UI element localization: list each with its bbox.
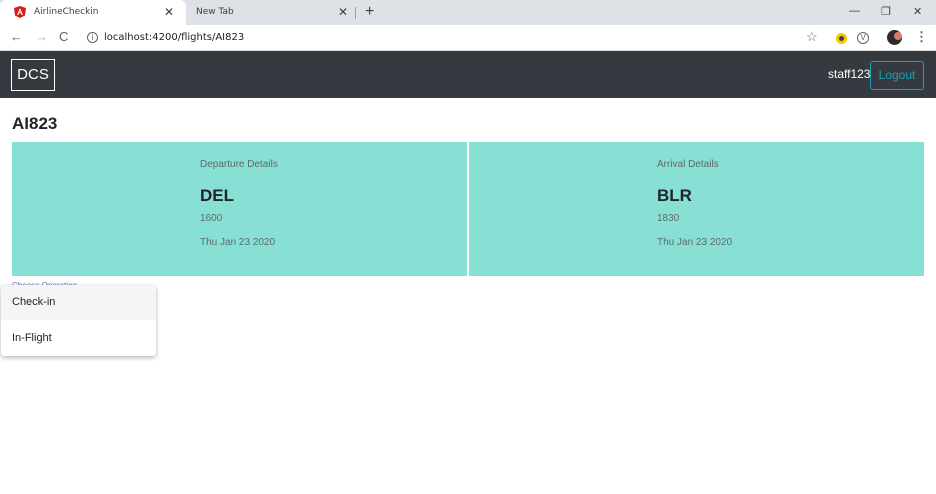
app-navbar: DCS staff123 Logout (0, 51, 936, 98)
departure-time: 1600 (200, 213, 223, 224)
menu-option-in-flight[interactable]: In-Flight (1, 321, 156, 356)
tab-airlinecheckin[interactable]: AirlineCheckin ✕ (0, 0, 186, 25)
arrival-time: 1830 (657, 213, 680, 224)
brand-logo[interactable]: DCS (11, 59, 55, 91)
angular-icon (14, 6, 26, 18)
departure-card: Departure Details DEL 1600 Thu Jan 23 20… (12, 142, 467, 276)
menu-option-check-in[interactable]: Check-in (1, 285, 156, 320)
forward-icon[interactable]: → (35, 30, 48, 44)
bookmark-star-icon[interactable]: ☆ (806, 29, 818, 45)
tab-title: New Tab (196, 7, 234, 17)
flight-number-heading: AI823 (12, 114, 58, 133)
arrival-card: Arrival Details BLR 1830 Thu Jan 23 2020 (469, 142, 924, 276)
reload-icon[interactable]: C (59, 30, 68, 44)
back-icon[interactable]: ← (10, 30, 23, 44)
logout-button[interactable]: Logout (870, 61, 924, 90)
restore-icon[interactable]: ❐ (881, 5, 891, 18)
tab-new-tab[interactable]: New Tab ✕ (186, 0, 358, 25)
new-tab-icon[interactable]: + (365, 3, 374, 21)
operation-dropdown-menu: Check-in In-Flight (1, 285, 156, 356)
vpn-extension-icon[interactable]: V (857, 32, 869, 44)
tab-title: AirlineCheckin (34, 7, 99, 17)
url-field[interactable]: localhost:4200/flights/AI823 (104, 32, 244, 43)
departure-date: Thu Jan 23 2020 (200, 237, 276, 248)
close-window-icon[interactable]: ✕ (913, 5, 922, 18)
departure-airport-code: DEL (200, 186, 234, 205)
arrival-airport-code: BLR (657, 186, 692, 205)
departure-label: Departure Details (200, 159, 278, 170)
profile-avatar[interactable] (887, 30, 902, 45)
close-tab-icon[interactable]: ✕ (338, 5, 348, 19)
arrival-label: Arrival Details (657, 159, 719, 170)
info-icon[interactable]: i (87, 32, 98, 43)
minimize-icon[interactable]: — (849, 5, 860, 17)
username: staff123 (828, 67, 871, 81)
tab-separator (355, 7, 356, 19)
address-bar-row: ← → C i localhost:4200/flights/AI823 ☆ V… (0, 25, 936, 51)
extension-icon[interactable] (836, 33, 847, 44)
arrival-date: Thu Jan 23 2020 (657, 237, 733, 248)
menu-kebab-icon[interactable]: ⋮ (915, 29, 928, 45)
browser-tab-strip: AirlineCheckin ✕ New Tab ✕ + — ❐ ✕ (0, 0, 936, 25)
close-tab-icon[interactable]: ✕ (164, 5, 174, 19)
